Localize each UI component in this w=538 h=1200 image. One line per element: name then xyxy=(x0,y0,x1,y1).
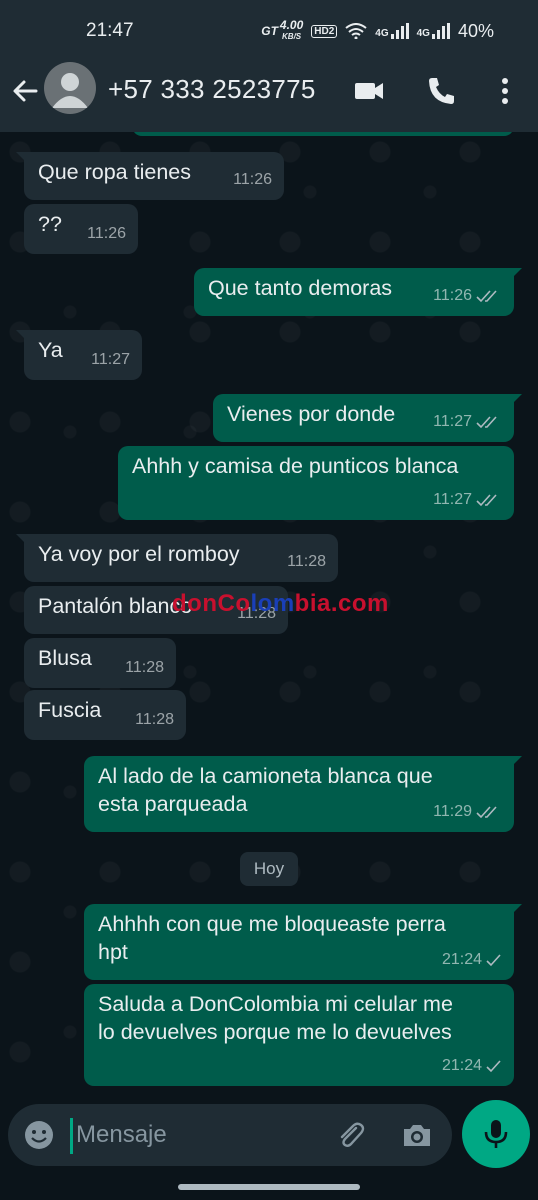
chat-area[interactable]: Que ropa tienes 11:26 ?? 11:26 Que tanto… xyxy=(0,132,538,1102)
message-time: 11:26 xyxy=(433,282,502,310)
wifi-icon xyxy=(345,23,367,39)
incoming-message[interactable]: Blusa 11:28 xyxy=(24,638,176,688)
status-icons: GT 4.00 KB/S HD2 4G 4G 40% xyxy=(261,18,494,42)
attach-icon[interactable] xyxy=(334,1118,368,1152)
double-check-icon xyxy=(476,806,497,819)
incoming-message[interactable]: Ya voy por el romboy 11:28 xyxy=(16,534,338,582)
battery-level: 40% xyxy=(457,20,494,41)
message-text: ?? xyxy=(38,212,62,236)
status-time: 21:47 xyxy=(86,20,134,41)
double-check-icon xyxy=(476,290,497,303)
message-text: Ya voy por el romboy xyxy=(38,542,240,566)
message-text: Fuscia xyxy=(38,698,102,722)
incoming-message[interactable]: ?? 11:26 xyxy=(24,204,138,254)
message-time: 11:28 xyxy=(125,659,164,676)
text-caret xyxy=(70,1118,73,1154)
emoji-icon[interactable] xyxy=(22,1118,56,1152)
chat-header: +57 333 2523775 xyxy=(0,62,538,132)
watermark: donColombia.com xyxy=(172,590,389,617)
incoming-message[interactable]: Fuscia 11:28 xyxy=(24,690,186,740)
outgoing-message[interactable]: Que tanto demoras 11:26 xyxy=(194,268,522,316)
network-speed-indicator: GT 4.00 KB/S xyxy=(261,18,304,41)
message-time: 11:28 xyxy=(287,553,326,570)
outgoing-message[interactable]: Saluda a DonColombia mi celular me lo de… xyxy=(84,984,514,1086)
message-text: Ahhh y camisa de punticos blanca xyxy=(132,454,459,478)
outgoing-message[interactable]: Al lado de la camioneta blanca que esta … xyxy=(84,756,522,832)
camera-icon[interactable] xyxy=(400,1118,434,1152)
sim2-signal-icon: 4G xyxy=(417,23,450,39)
status-bar: 21:47 GT 4.00 KB/S HD2 4G 4G 40% xyxy=(0,0,538,62)
incoming-message[interactable]: Ya 11:27 xyxy=(16,330,142,380)
message-time: 11:27 xyxy=(433,486,502,514)
hd-voice-icon: HD2 xyxy=(311,24,338,38)
double-check-icon xyxy=(476,416,497,429)
message-time: 11:27 xyxy=(91,351,130,368)
home-indicator[interactable] xyxy=(178,1184,360,1190)
message-text: Vienes por donde xyxy=(227,402,396,426)
message-text: Que ropa tienes xyxy=(38,160,191,184)
message-text-line: Ahhhh con que me bloqueaste perra xyxy=(98,912,446,936)
message-text: Blusa xyxy=(38,646,92,670)
message-time: 11:29 xyxy=(433,798,502,826)
message-text-line: lo devuelves porque me lo devuelves xyxy=(98,1020,452,1044)
default-avatar-icon xyxy=(52,73,88,108)
phone-icon[interactable] xyxy=(424,74,458,108)
video-call-icon[interactable] xyxy=(352,74,386,108)
date-separator: Hoy xyxy=(240,852,298,886)
avatar[interactable] xyxy=(44,62,96,114)
single-check-icon xyxy=(486,954,501,967)
mic-icon xyxy=(484,1120,508,1148)
message-time: 11:26 xyxy=(87,225,126,242)
outgoing-message[interactable]: Vienes por donde 11:27 xyxy=(213,394,522,442)
message-text: Ya xyxy=(38,338,63,362)
single-check-icon xyxy=(486,1060,501,1073)
message-text-line: hpt xyxy=(98,940,128,964)
sim1-signal-icon: 4G xyxy=(375,23,409,39)
incoming-message[interactable]: Que ropa tienes 11:26 xyxy=(16,152,284,200)
message-time: 11:26 xyxy=(233,171,272,188)
message-input[interactable] xyxy=(76,1114,316,1156)
message-time: 11:28 xyxy=(135,711,174,728)
message-text: Pantalón blanco xyxy=(38,594,193,618)
outgoing-message[interactable]: Ahhh y camisa de punticos blanca 11:27 xyxy=(118,446,514,520)
message-time: 21:24 xyxy=(442,1052,502,1080)
message-time: 21:24 xyxy=(442,946,502,974)
message-text-line: Al lado de la camioneta blanca que xyxy=(98,764,433,788)
message-time: 11:27 xyxy=(433,408,502,436)
outgoing-message[interactable]: Ahhhh con que me bloqueaste perra hpt 21… xyxy=(84,904,522,980)
partial-outgoing-message xyxy=(132,132,514,136)
more-options-icon[interactable] xyxy=(488,74,522,108)
mic-button[interactable] xyxy=(462,1100,530,1168)
back-arrow-icon[interactable] xyxy=(10,76,40,106)
message-text-line: Saluda a DonColombia mi celular me xyxy=(98,992,453,1016)
double-check-icon xyxy=(476,494,497,507)
contact-name[interactable]: +57 333 2523775 xyxy=(108,74,316,105)
message-composer xyxy=(8,1104,452,1166)
message-text: Que tanto demoras xyxy=(208,276,393,300)
